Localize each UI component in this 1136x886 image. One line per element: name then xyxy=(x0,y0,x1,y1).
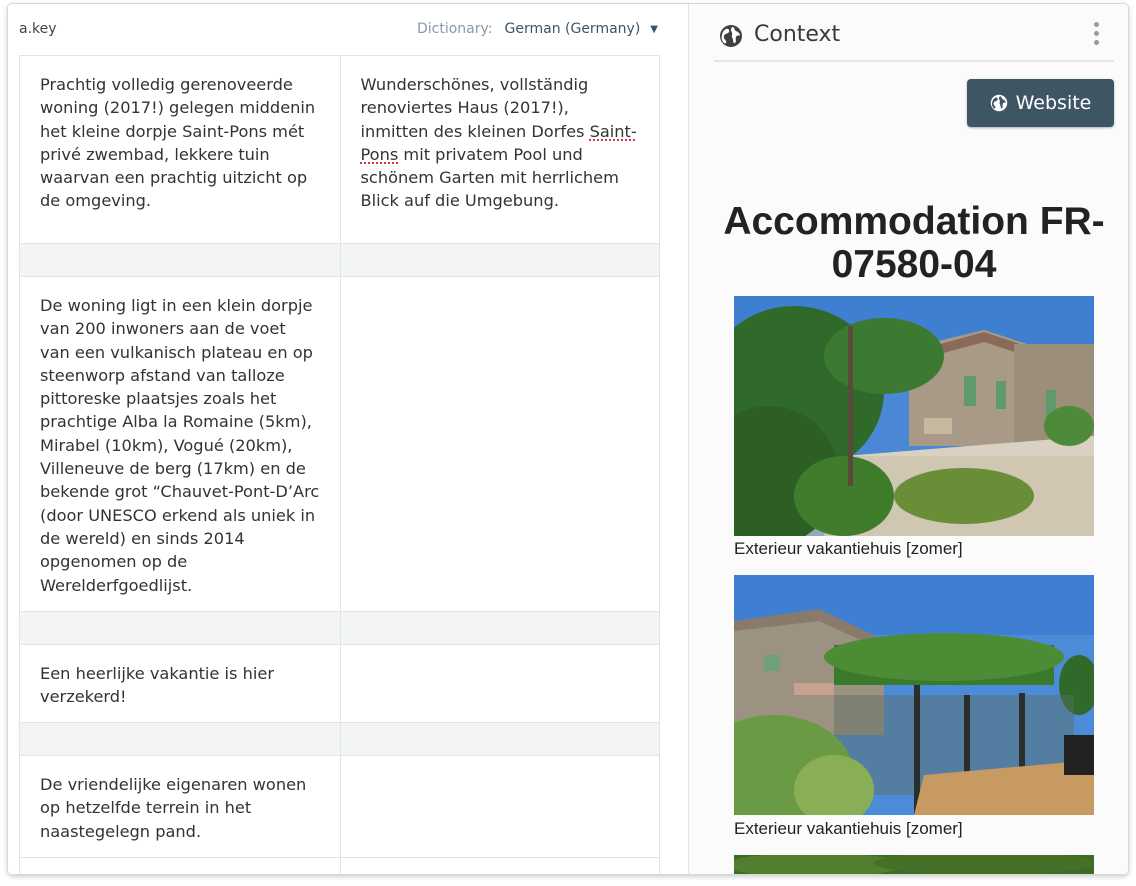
row-separator xyxy=(20,722,659,755)
table-row xyxy=(20,857,659,874)
globe-icon xyxy=(990,94,1007,112)
website-button-label: Website xyxy=(1015,92,1092,114)
context-header: Context xyxy=(714,4,1114,62)
accommodation-photo[interactable] xyxy=(734,296,1094,536)
dictionary-selector[interactable]: Dictionary: German (Germany) ▼ xyxy=(417,21,658,37)
source-cell xyxy=(20,858,340,874)
context-title: Context xyxy=(754,22,841,47)
dictionary-label: Dictionary: xyxy=(416,21,493,37)
caret-down-icon[interactable]: ▼ xyxy=(650,24,658,35)
accommodation-photo[interactable] xyxy=(734,855,1094,874)
segment-key: a.key xyxy=(19,21,57,37)
row-separator xyxy=(20,611,659,644)
globe-icon xyxy=(720,25,742,47)
target-cell[interactable] xyxy=(339,858,660,874)
target-cell[interactable] xyxy=(339,756,660,857)
source-cell: De woning ligt in een klein dorpje van 2… xyxy=(40,296,320,595)
target-cell[interactable] xyxy=(339,645,660,722)
dictionary-value[interactable]: German (Germany) xyxy=(505,21,641,37)
row-separator xyxy=(20,243,659,276)
website-button[interactable]: Website xyxy=(967,79,1114,127)
source-cell: Prachtig volledig gerenoveerde woning (2… xyxy=(40,75,316,211)
target-cell[interactable] xyxy=(339,277,660,611)
context-panel: Context Website Accommodation FR-07580-0… xyxy=(689,4,1128,874)
target-text: mit privatem Pool und schönem Garten mit… xyxy=(360,144,619,211)
kebab-menu-icon[interactable] xyxy=(1093,22,1101,48)
accommodation-photo[interactable] xyxy=(734,575,1094,815)
editor-pane: a.key Dictionary: German (Germany) ▼ Pra… xyxy=(8,4,688,874)
table-row: Prachtig volledig gerenoveerde woning (2… xyxy=(20,55,659,243)
table-row: De vriendelijke eigenaren wonen op hetze… xyxy=(20,755,659,857)
source-cell: De vriendelijke eigenaren wonen op hetze… xyxy=(40,775,307,841)
target-cell[interactable]: Wunderschönes, vollständig renoviertes H… xyxy=(339,56,660,243)
source-cell: Een heerlijke vakantie is hier verzekerd… xyxy=(40,664,274,707)
photo-caption: Exterieur vakantiehuis [zomer] xyxy=(734,539,963,558)
photo-caption: Exterieur vakantiehuis [zomer] xyxy=(734,819,963,838)
app-window: a.key Dictionary: German (Germany) ▼ Pra… xyxy=(8,4,1128,874)
table-row: Een heerlijke vakantie is hier verzekerd… xyxy=(20,644,659,722)
editor-toolbar: a.key Dictionary: German (Germany) ▼ xyxy=(8,4,688,54)
target-text: Wunderschönes, vollständig renoviertes H… xyxy=(360,75,590,141)
table-row: De woning ligt in een klein dorpje van 2… xyxy=(20,276,659,611)
accommodation-title: Accommodation FR-07580-04 xyxy=(723,200,1105,286)
translation-table: Prachtig volledig gerenoveerde woning (2… xyxy=(19,55,660,874)
